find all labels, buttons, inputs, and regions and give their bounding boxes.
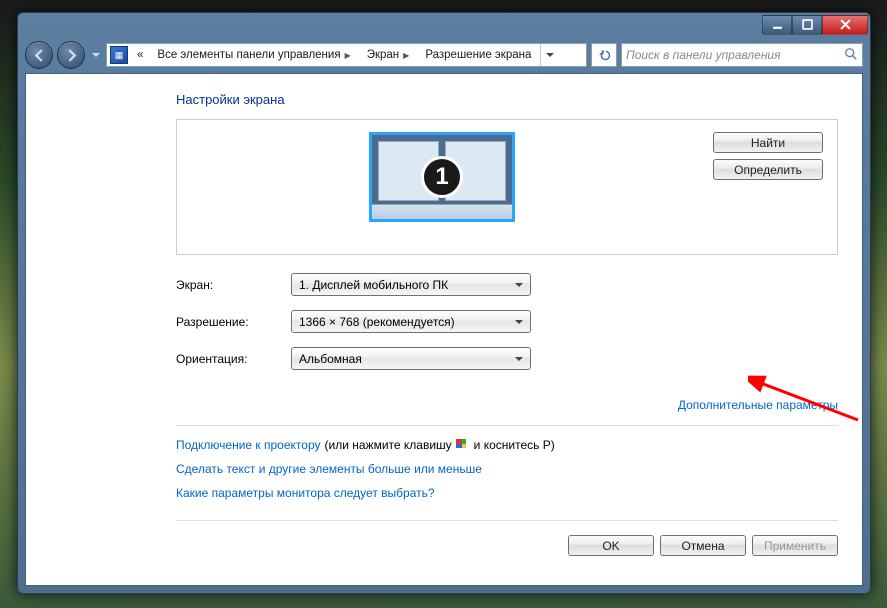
separator	[176, 425, 838, 426]
back-button[interactable]	[25, 41, 53, 69]
navigation-row: ▦ « Все элементы панели управления ▶ Экр…	[25, 39, 863, 71]
chevron-right-icon: ▶	[403, 51, 409, 60]
display-label: Экран:	[176, 278, 291, 292]
identify-button[interactable]: Определить	[713, 159, 823, 180]
chevron-down-icon	[512, 355, 526, 363]
search-icon	[844, 47, 858, 64]
text-size-link[interactable]: Сделать текст и другие элементы больше и…	[176, 462, 482, 476]
monitor-preview-box: 1 Найти Определить	[176, 119, 838, 255]
close-button[interactable]	[822, 15, 868, 35]
display-select[interactable]: 1. Дисплей мобильного ПК	[291, 273, 531, 296]
history-dropdown[interactable]	[89, 44, 102, 66]
titlebar	[18, 13, 870, 39]
settings-form: Экран: 1. Дисплей мобильного ПК Разрешен…	[176, 273, 838, 370]
ok-button[interactable]: OK	[568, 535, 654, 556]
monitor-thumbnail[interactable]: 1	[369, 132, 515, 222]
resolution-value: 1366 × 768 (рекомендуется)	[299, 315, 455, 329]
content-area: Настройки экрана 1 Найти Определить Экра…	[25, 73, 863, 586]
address-bar[interactable]: ▦ « Все элементы панели управления ▶ Экр…	[106, 43, 587, 67]
maximize-button[interactable]	[792, 15, 822, 35]
page-title: Настройки экрана	[176, 92, 838, 107]
projector-hint-b: и коснитесь P)	[474, 438, 555, 452]
breadcrumb-item[interactable]: Разрешение экрана	[420, 44, 536, 66]
refresh-button[interactable]	[591, 43, 617, 67]
resolution-select[interactable]: 1366 × 768 (рекомендуется)	[291, 310, 531, 333]
minimize-button[interactable]	[762, 15, 792, 35]
control-panel-icon: ▦	[110, 46, 128, 64]
orientation-select[interactable]: Альбомная	[291, 347, 531, 370]
search-placeholder: Поиск в панели управления	[626, 48, 781, 62]
breadcrumb-prefix: «	[132, 44, 148, 66]
monitor-number-badge: 1	[421, 156, 463, 198]
which-settings-link[interactable]: Какие параметры монитора следует выбрать…	[176, 486, 435, 500]
advanced-settings-link[interactable]: Дополнительные параметры	[678, 398, 838, 412]
chevron-down-icon	[512, 318, 526, 326]
dialog-footer: OK Отмена Применить	[176, 520, 838, 556]
display-value: 1. Дисплей мобильного ПК	[299, 278, 448, 292]
windows-key-icon	[456, 439, 470, 451]
cancel-button[interactable]: Отмена	[660, 535, 746, 556]
breadcrumb-label: Разрешение экрана	[425, 49, 531, 61]
search-input[interactable]: Поиск в панели управления	[621, 43, 863, 67]
address-dropdown[interactable]	[540, 44, 558, 66]
chevron-right-icon: ▶	[345, 51, 351, 60]
forward-button[interactable]	[57, 41, 85, 69]
breadcrumb-item[interactable]: Экран ▶	[362, 44, 417, 66]
breadcrumb-label: Все элементы панели управления	[157, 49, 340, 61]
window-frame: ▦ « Все элементы панели управления ▶ Экр…	[17, 12, 871, 594]
orientation-value: Альбомная	[299, 352, 362, 366]
detect-button[interactable]: Найти	[713, 132, 823, 153]
projector-link[interactable]: Подключение к проектору	[176, 438, 321, 452]
orientation-label: Ориентация:	[176, 352, 291, 366]
chevron-down-icon	[512, 281, 526, 289]
breadcrumb-label: Экран	[367, 49, 399, 61]
projector-hint-a: (или нажмите клавишу	[325, 438, 452, 452]
resolution-label: Разрешение:	[176, 315, 291, 329]
breadcrumb-item[interactable]: Все элементы панели управления ▶	[152, 44, 357, 66]
apply-button[interactable]: Применить	[752, 535, 838, 556]
